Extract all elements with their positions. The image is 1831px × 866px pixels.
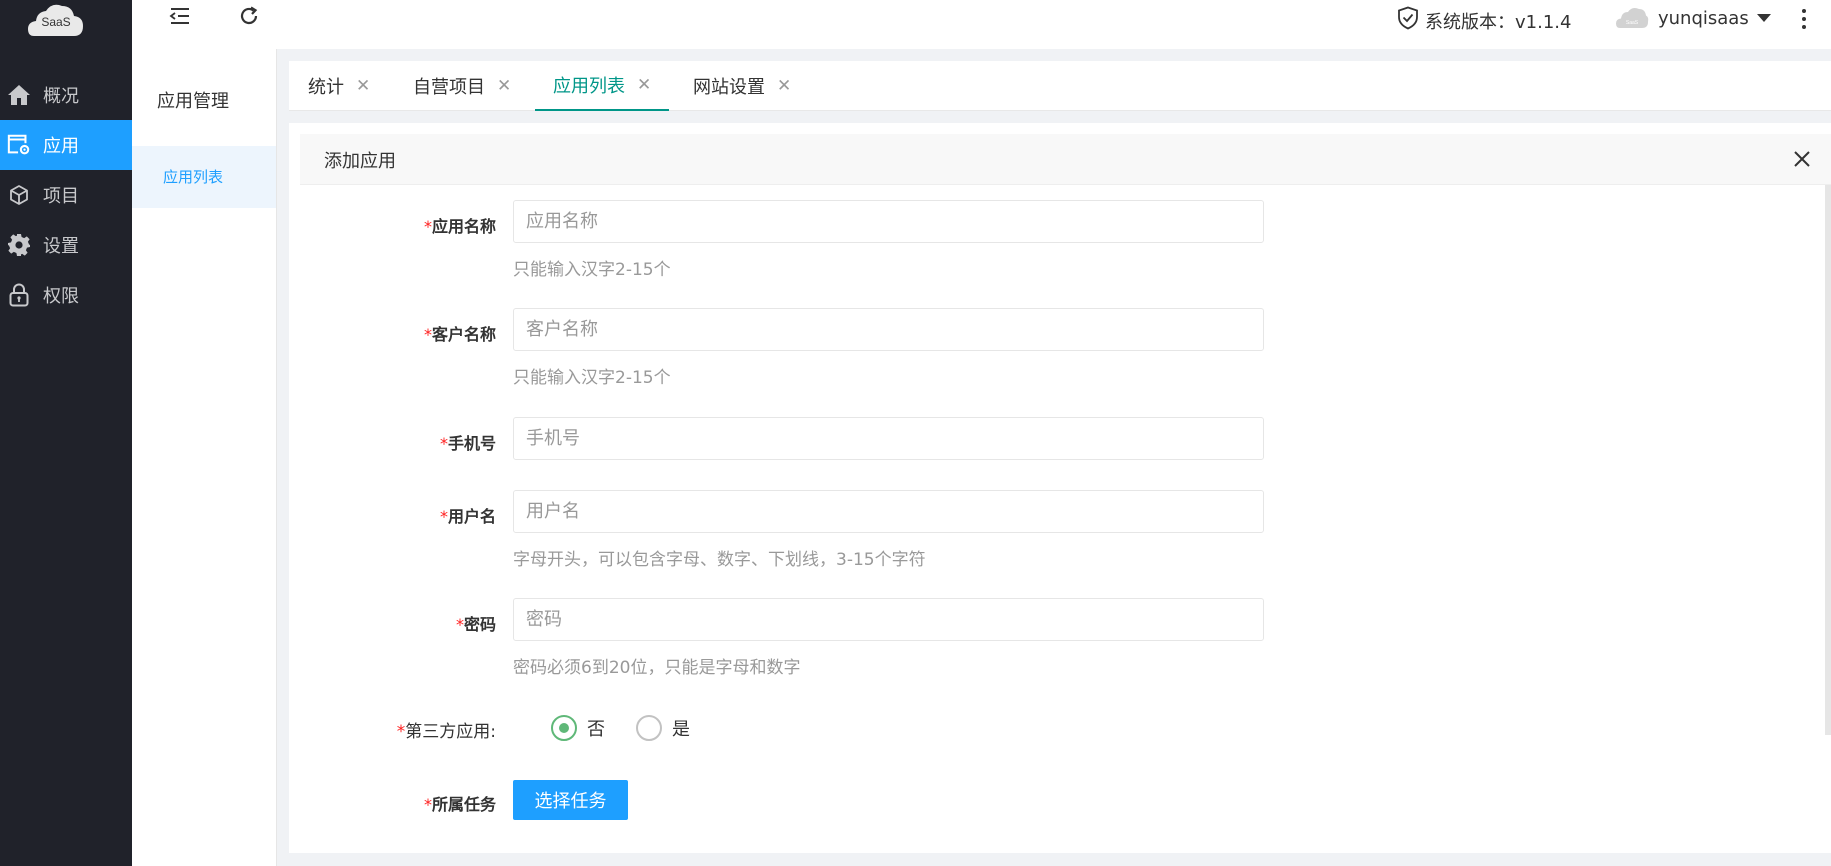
vertical-scrollbar[interactable] <box>1825 185 1831 735</box>
avatar: SaaS <box>1615 6 1649 30</box>
caret-down-icon <box>1756 14 1771 22</box>
third-party-radio-no[interactable]: 否 <box>551 715 605 741</box>
secondary-menu: 应用管理 应用列表 <box>132 49 277 866</box>
refresh-icon <box>238 5 260 31</box>
logo-text: SaaS <box>41 15 71 29</box>
sidebar-item-permissions[interactable]: 权限 <box>0 270 132 320</box>
close-icon[interactable]: ✕ <box>637 75 651 95</box>
refresh-button[interactable] <box>236 5 262 31</box>
shield-check-icon <box>1397 6 1425 35</box>
tab-label: 自营项目 <box>413 77 485 98</box>
user-menu[interactable]: SaaS yunqisaas <box>1615 6 1771 30</box>
sidebar-item-label: 概况 <box>43 86 79 107</box>
app-name-hint: 只能输入汉字2-15个 <box>513 260 671 280</box>
main-sidebar: SaaS 概况 应用 项目 设置 权限 <box>0 0 132 866</box>
sidebar-item-settings[interactable]: 设置 <box>0 220 132 270</box>
submenu-title: 应用管理 <box>157 91 229 112</box>
sidebar-item-overview[interactable]: 概况 <box>0 70 132 120</box>
sidebar-item-projects[interactable]: 项目 <box>0 170 132 220</box>
saas-logo[interactable]: SaaS <box>26 0 86 40</box>
app-store-icon <box>7 133 31 157</box>
cube-icon <box>7 183 31 207</box>
radio-label: 否 <box>587 719 605 740</box>
close-icon[interactable]: ✕ <box>356 76 370 96</box>
third-party-radio-yes[interactable]: 是 <box>636 715 690 741</box>
lock-icon <box>7 283 31 307</box>
password-input[interactable] <box>513 598 1264 641</box>
more-options-button[interactable] <box>1794 4 1814 34</box>
dialog-close-button[interactable] <box>1789 146 1815 172</box>
phone-label: *手机号 <box>439 434 496 453</box>
form-row-task: *所属任务 选择任务 <box>289 780 1769 820</box>
home-icon <box>7 83 31 107</box>
customer-name-input[interactable] <box>513 308 1264 351</box>
tab-label: 应用列表 <box>553 76 625 97</box>
tab-app-list[interactable]: 应用列表 ✕ <box>535 61 670 111</box>
username-label: *用户名 <box>439 507 496 526</box>
sidebar-item-label: 权限 <box>43 286 79 307</box>
sidebar-item-label: 项目 <box>43 186 79 207</box>
gear-icon <box>7 233 31 257</box>
indent-icon <box>169 7 191 29</box>
password-hint: 密码必须6到20位，只能是字母和数字 <box>513 658 801 678</box>
password-label: *密码 <box>455 615 496 634</box>
collapse-menu-button[interactable] <box>167 5 193 31</box>
select-task-button[interactable]: 选择任务 <box>513 780 628 820</box>
customer-name-hint: 只能输入汉字2-15个 <box>513 368 671 388</box>
close-icon <box>1789 151 1815 176</box>
username-input[interactable] <box>513 490 1264 533</box>
more-vertical-icon <box>1802 9 1806 13</box>
sidebar-item-label: 设置 <box>43 236 79 257</box>
customer-name-label: *客户名称 <box>423 325 496 344</box>
dialog-header: 添加应用 <box>300 134 1831 185</box>
tab-label: 统计 <box>308 77 344 98</box>
sidebar-nav: 概况 应用 项目 设置 权限 <box>0 70 132 320</box>
page-tabs: 统计 ✕ 自营项目 ✕ 应用列表 ✕ 网站设置 ✕ <box>289 61 1831 111</box>
sidebar-item-apps[interactable]: 应用 <box>0 120 132 170</box>
dialog-title: 添加应用 <box>324 151 396 172</box>
phone-input[interactable] <box>513 417 1264 460</box>
tab-statistics[interactable]: 统计 ✕ <box>308 61 370 111</box>
app-name-label: *应用名称 <box>423 217 496 236</box>
top-header: 系统版本：v1.1.4 SaaS yunqisaas <box>132 0 1831 49</box>
system-version: 系统版本：v1.1.4 <box>1397 6 1571 35</box>
task-label: *所属任务 <box>423 795 496 814</box>
sidebar-item-label: 应用 <box>43 136 79 157</box>
tab-label: 网站设置 <box>693 77 765 98</box>
radio-checked-icon <box>551 715 577 741</box>
radio-label: 是 <box>672 719 690 740</box>
svg-text:SaaS: SaaS <box>1626 20 1639 26</box>
tab-self-projects[interactable]: 自营项目 ✕ <box>413 61 511 111</box>
tab-site-settings[interactable]: 网站设置 ✕ <box>693 61 791 111</box>
close-icon[interactable]: ✕ <box>497 76 511 96</box>
radio-unchecked-icon <box>636 715 662 741</box>
third-party-label: *第三方应用: <box>396 722 496 742</box>
app-name-input[interactable] <box>513 200 1264 243</box>
main-content: 添加应用 *应用名称 只能输入汉字2-15个 *客户名称 只能输入汉字2-15个… <box>289 123 1831 853</box>
version-label: 系统版本：v1.1.4 <box>1425 11 1572 33</box>
username: yunqisaas <box>1658 7 1749 29</box>
form-row-third-party: *第三方应用: 否 是 <box>289 715 1769 745</box>
close-icon[interactable]: ✕ <box>777 76 791 96</box>
username-hint: 字母开头，可以包含字母、数字、下划线，3-15个字符 <box>513 550 926 570</box>
submenu-item-app-list[interactable]: 应用列表 <box>132 146 276 208</box>
